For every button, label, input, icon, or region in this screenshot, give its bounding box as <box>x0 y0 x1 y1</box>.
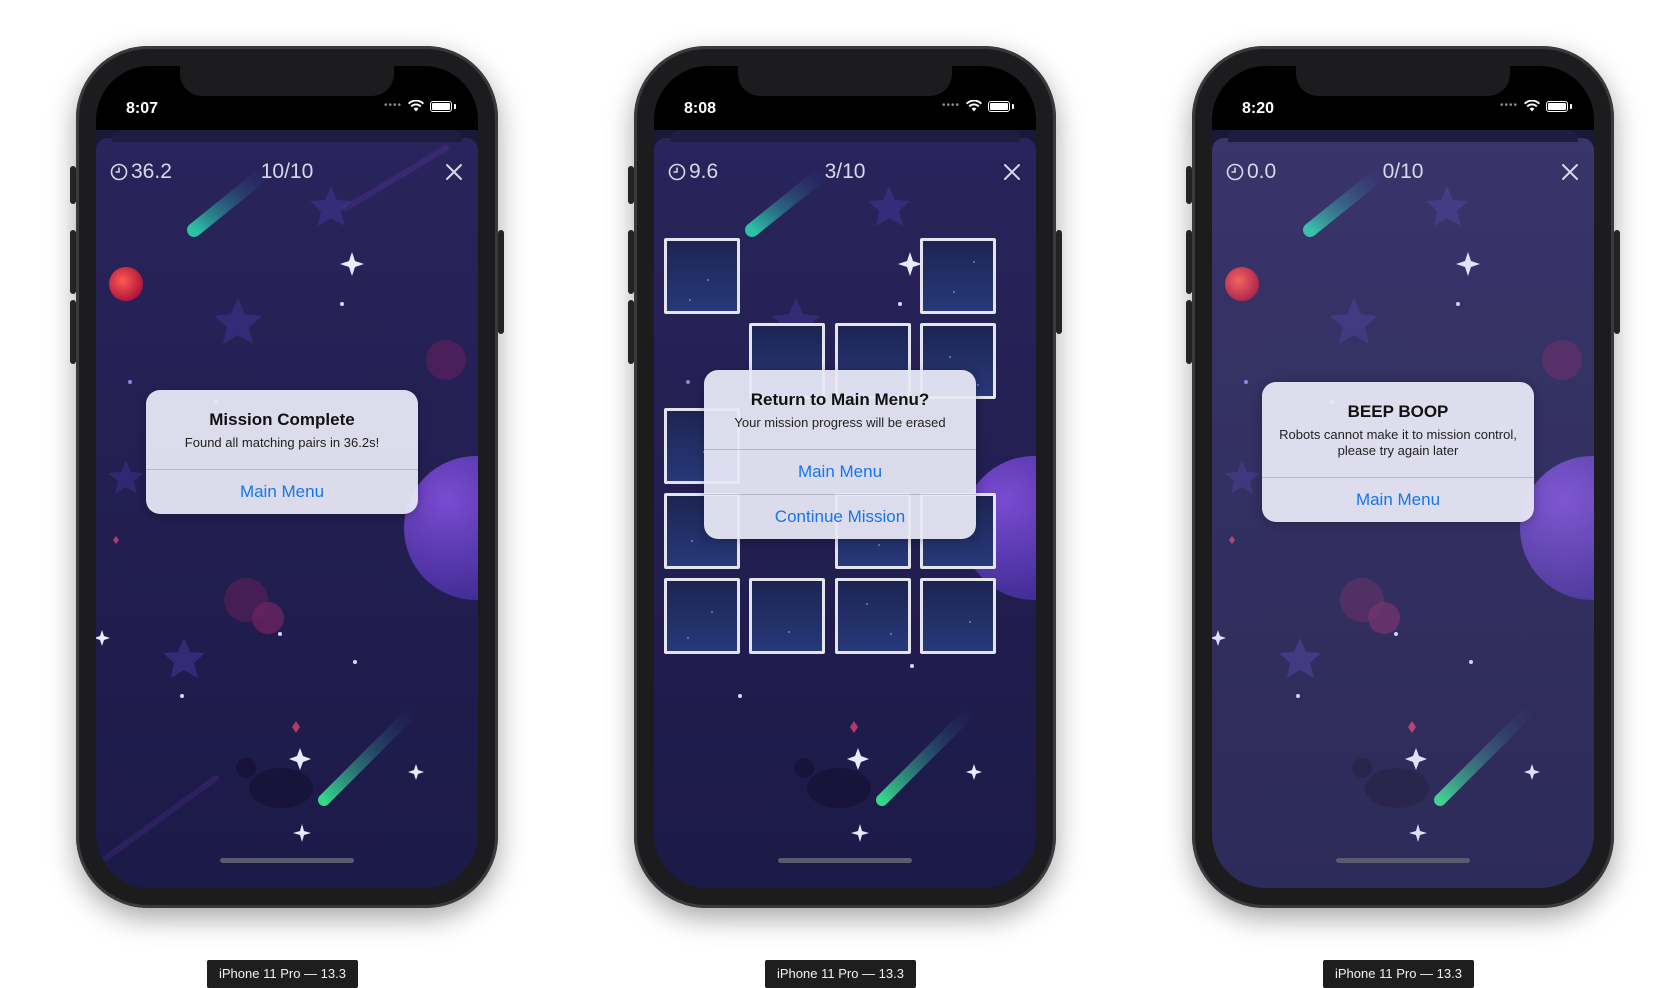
timer-readout: 36.2 <box>110 160 172 184</box>
wifi-icon <box>408 100 424 112</box>
timer-value: 9.6 <box>689 160 719 183</box>
timer-value: 36.2 <box>131 160 172 183</box>
side-button <box>1614 230 1620 334</box>
clock-icon <box>668 163 686 181</box>
notch <box>738 66 952 96</box>
home-indicator <box>1336 858 1470 863</box>
status-time: 8:20 <box>1242 100 1275 117</box>
memory-card[interactable] <box>920 238 996 314</box>
return-to-menu-alert: Return to Main Menu? Your mission progre… <box>704 370 976 539</box>
status-time: 8:08 <box>684 100 717 117</box>
status-icons: •••• <box>1500 100 1572 112</box>
beep-boop-alert: BEEP BOOP Robots cannot make it to missi… <box>1262 382 1534 522</box>
clock-icon <box>1226 163 1244 181</box>
clock-icon <box>110 163 128 181</box>
alert-message: Robots cannot make it to mission control… <box>1279 427 1517 458</box>
timer-readout: 0.0 <box>1226 160 1276 184</box>
sheet-edge <box>670 130 1020 142</box>
sheet-edge <box>1228 130 1578 142</box>
timer-readout: 9.6 <box>668 160 718 184</box>
device-screen: 8:07 •••• 36.2 10/10 Mission Complete Fo… <box>96 66 478 888</box>
battery-icon <box>430 100 452 112</box>
simulator-device-3: 8:20 •••• 0.0 0/10 BEEP BOOP Robots cann… <box>1186 46 1620 988</box>
sheet-edge <box>112 130 462 142</box>
signal-icon: •••• <box>941 100 960 111</box>
main-menu-button[interactable]: Main Menu <box>146 469 418 514</box>
wifi-icon <box>966 100 982 112</box>
status-icons: •••• <box>942 100 1014 112</box>
mission-complete-alert: Mission Complete Found all matching pair… <box>146 390 418 514</box>
main-menu-button[interactable]: Main Menu <box>704 449 976 494</box>
alert-message: Found all matching pairs in 36.2s! <box>184 435 380 450</box>
simulator-device-1: 8:07 •••• 36.2 10/10 Mission Complete Fo… <box>70 46 504 988</box>
continue-mission-button[interactable]: Continue Mission <box>704 494 976 539</box>
main-menu-button[interactable]: Main Menu <box>1262 477 1534 522</box>
close-icon[interactable] <box>1560 162 1580 182</box>
wifi-icon <box>1524 100 1540 112</box>
memory-card[interactable] <box>835 578 911 654</box>
alert-title: BEEP BOOP <box>1347 402 1449 421</box>
memory-card[interactable] <box>920 578 996 654</box>
home-indicator <box>778 858 912 863</box>
status-time: 8:07 <box>126 100 159 117</box>
status-icons: •••• <box>384 100 456 112</box>
signal-icon: •••• <box>1499 100 1518 111</box>
alert-title: Return to Main Menu? <box>750 390 930 409</box>
simulator-device-2: 8:08 •••• 9.6 3/10 Return to Main Menu? … <box>628 46 1062 988</box>
home-indicator <box>220 858 354 863</box>
close-icon[interactable] <box>1002 162 1022 182</box>
alert-message: Your mission progress will be erased <box>734 415 946 430</box>
memory-card[interactable] <box>664 578 740 654</box>
side-button <box>1056 230 1062 334</box>
memory-card[interactable] <box>664 238 740 314</box>
close-icon[interactable] <box>444 162 464 182</box>
side-button <box>498 230 504 334</box>
battery-icon <box>988 100 1010 112</box>
device-screen: 8:20 •••• 0.0 0/10 BEEP BOOP Robots cann… <box>1212 66 1594 888</box>
notch <box>1296 66 1510 96</box>
signal-icon: •••• <box>383 100 402 111</box>
timer-value: 0.0 <box>1247 160 1277 183</box>
notch <box>180 66 394 96</box>
memory-card[interactable] <box>749 578 825 654</box>
device-screen: 8:08 •••• 9.6 3/10 Return to Main Menu? … <box>654 66 1036 888</box>
alert-title: Mission Complete <box>209 410 355 429</box>
battery-icon <box>1546 100 1568 112</box>
